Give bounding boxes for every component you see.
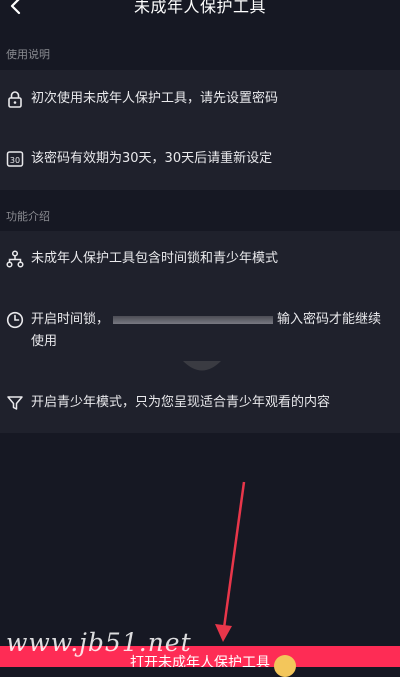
watermark: www.jb51.net	[6, 628, 192, 657]
usage-item-text: 初次使用未成年人保护工具，请先设置密码	[31, 91, 279, 106]
feature-item-teen-mode: 开启青少年模式，只为您呈现适合青少年观看的内容	[0, 394, 400, 414]
hierarchy-icon	[6, 250, 24, 268]
clock-icon	[6, 311, 24, 329]
redaction-bar	[113, 315, 274, 324]
timelock-text-end: 输入密码才能继续	[277, 312, 382, 327]
section-label-features: 功能介绍	[6, 210, 50, 223]
feature-item-modes: 未成年人保护工具包含时间锁和青少年模式	[0, 250, 400, 270]
feature-item-text: 开启青少年模式，只为您呈现适合青少年观看的内容	[31, 395, 331, 410]
collapse-handle-icon	[183, 361, 221, 371]
feature-item-text: 开启时间锁， 输入密码才能继续 使用	[31, 309, 391, 353]
feature-item-text: 未成年人保护工具包含时间锁和青少年模式	[31, 251, 279, 266]
timelock-text-line2: 使用	[31, 334, 58, 349]
smile-emoji-icon	[274, 655, 296, 677]
usage-card: 初次使用未成年人保护工具，请先设置密码 30 该密码有效期为30天，30天后请重…	[0, 70, 400, 190]
lock-icon	[6, 90, 24, 108]
filter-icon	[6, 394, 24, 412]
features-card: 未成年人保护工具包含时间锁和青少年模式 开启时间锁， 输入密码才能继续 使用 开启…	[0, 231, 400, 433]
section-label-usage: 使用说明	[6, 48, 50, 61]
calendar-30-icon: 30	[6, 150, 24, 168]
page-title: 未成年人保护工具	[133, 0, 266, 16]
svg-text:30: 30	[10, 156, 20, 165]
usage-item-validity: 30 该密码有效期为30天，30天后请重新设定	[0, 150, 400, 170]
header-bar: 未成年人保护工具	[0, 0, 400, 32]
feature-item-timelock: 开启时间锁， 输入密码才能继续 使用	[0, 311, 400, 353]
usage-item-password: 初次使用未成年人保护工具，请先设置密码	[0, 90, 400, 110]
usage-item-text: 该密码有效期为30天，30天后请重新设定	[31, 151, 273, 166]
timelock-text-start: 开启时间锁，	[31, 312, 110, 327]
